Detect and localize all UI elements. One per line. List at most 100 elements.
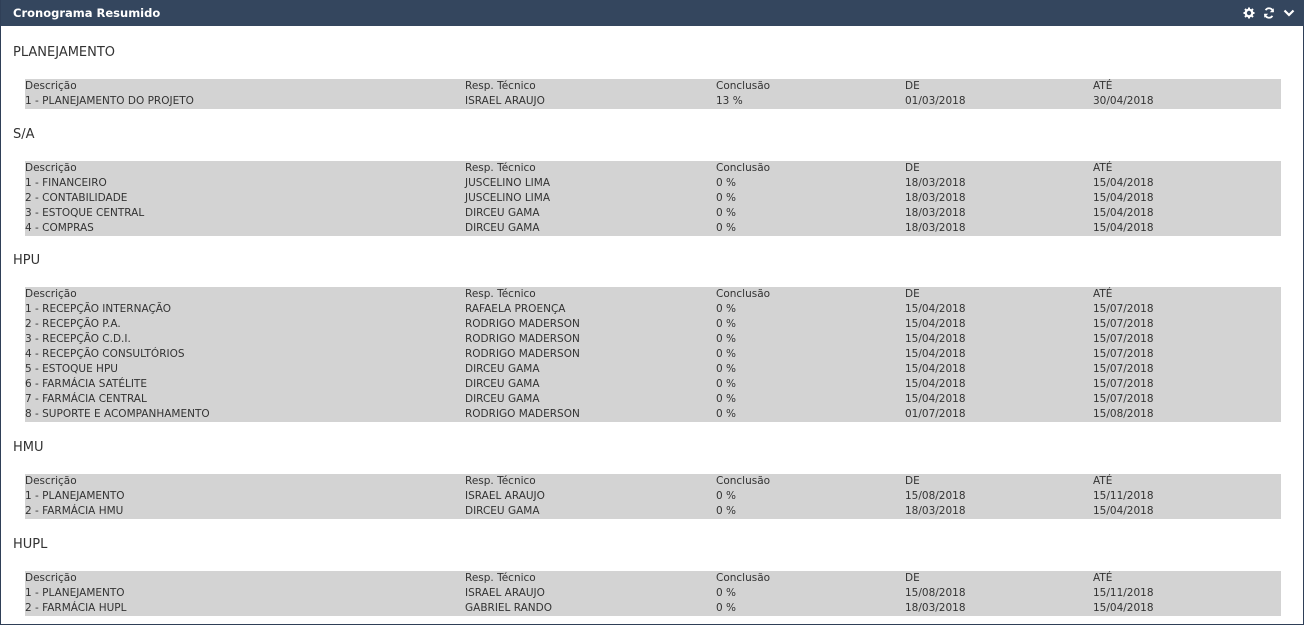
- cell-ate: 15/07/2018: [1093, 318, 1154, 330]
- cell-desc: 8 - SUPORTE E ACOMPANHAMENTO: [25, 408, 210, 420]
- table-row: 1 - RECEPÇÃO INTERNAÇÃO RAFAELA PROENÇA 0 …: [25, 302, 1281, 317]
- table-row: 8 - SUPORTE E ACOMPANHAMENTO RODRIGO MADE…: [25, 407, 1281, 422]
- column-header-conc: Conclusão: [716, 475, 771, 487]
- column-header-resp: Resp. Técnico: [465, 162, 536, 174]
- cell-de: 15/04/2018: [905, 393, 966, 405]
- schedule-table: Descrição Resp. Técnico Conclusão DE ATÉ 1 - …: [25, 287, 1281, 422]
- cell-de: 15/04/2018: [905, 333, 966, 345]
- cell-resp: JUSCELINO LIMA: [465, 177, 551, 189]
- column-header-conc: Conclusão: [716, 162, 771, 174]
- cell-conc: 0 %: [716, 602, 736, 614]
- table-row: 2 - CONTABILIDADE JUSCELINO LIMA 0 % 18/03/…: [25, 191, 1281, 206]
- table-row: 1 - FINANCEIRO JUSCELINO LIMA 0 % 18/03/201…: [25, 176, 1281, 191]
- cell-conc: 0 %: [716, 333, 736, 345]
- cell-desc: 2 - FARMÁCIA HUPL: [25, 602, 127, 614]
- refresh-icon[interactable]: [1263, 7, 1275, 19]
- column-header-conc: Conclusão: [716, 288, 771, 300]
- table-row: 5 - ESTOQUE HPU DIRCEU GAMA 0 % 15/04/2018 1…: [25, 362, 1281, 377]
- cell-conc: 0 %: [716, 490, 736, 502]
- cell-desc: 3 - RECEPÇÃO C.D.I.: [25, 333, 131, 345]
- cell-resp: GABRIEL RANDO: [465, 602, 552, 614]
- panel-header: Cronograma Resumido: [1, 0, 1304, 26]
- cell-de: 15/08/2018: [905, 587, 966, 599]
- column-header-conc: Conclusão: [716, 572, 771, 584]
- section-title: S/A: [13, 127, 35, 142]
- cell-conc: 0 %: [716, 505, 736, 517]
- schedule-table: Descrição Resp. Técnico Conclusão DE ATÉ 1 - …: [25, 161, 1281, 236]
- cell-de: 18/03/2018: [905, 602, 966, 614]
- table-row: 1 - PLANEJAMENTO DO PROJETO ISRAEL ARAUJO…: [25, 94, 1281, 109]
- cell-desc: 2 - CONTABILIDADE: [25, 192, 128, 204]
- schedule-table: Descrição Resp. Técnico Conclusão DE ATÉ 1 - …: [25, 571, 1281, 616]
- column-header-ate: ATÉ: [1093, 80, 1113, 92]
- table-row: 4 - RECEPÇÃO CONSULTÓRIOS RODRIGO MADERSO…: [25, 347, 1281, 362]
- cell-desc: 4 - RECEPÇÃO CONSULTÓRIOS: [25, 348, 185, 360]
- cell-conc: 13 %: [716, 95, 743, 107]
- cell-ate: 15/04/2018: [1093, 505, 1154, 517]
- cell-desc: 3 - ESTOQUE CENTRAL: [25, 207, 145, 219]
- cell-conc: 0 %: [716, 363, 736, 375]
- chevron-down-icon[interactable]: [1283, 7, 1295, 19]
- cell-de: 15/04/2018: [905, 318, 966, 330]
- cell-desc: 1 - PLANEJAMENTO: [25, 490, 125, 502]
- cell-ate: 15/04/2018: [1093, 207, 1154, 219]
- cell-resp: DIRCEU GAMA: [465, 378, 540, 390]
- table-header-row: Descrição Resp. Técnico Conclusão DE ATÉ: [25, 161, 1281, 176]
- table-header-row: Descrição Resp. Técnico Conclusão DE ATÉ: [25, 571, 1281, 586]
- cell-ate: 30/04/2018: [1093, 95, 1154, 107]
- section-title: PLANEJAMENTO: [13, 45, 116, 60]
- table-row: 2 - FARMÁCIA HUPL GABRIEL RANDO 0 % 18/03/2…: [25, 601, 1281, 616]
- cell-resp: DIRCEU GAMA: [465, 363, 540, 375]
- cell-de: 15/04/2018: [905, 303, 966, 315]
- cell-desc: 1 - FINANCEIRO: [25, 177, 107, 189]
- cell-ate: 15/04/2018: [1093, 602, 1154, 614]
- cell-desc: 5 - ESTOQUE HPU: [25, 363, 118, 375]
- table-row: 7 - FARMÁCIA CENTRAL DIRCEU GAMA 0 % 15/04/…: [25, 392, 1281, 407]
- cell-conc: 0 %: [716, 318, 736, 330]
- cell-resp: RODRIGO MADERSON: [465, 318, 580, 330]
- table-header-row: Descrição Resp. Técnico Conclusão DE ATÉ: [25, 287, 1281, 302]
- cell-resp: RODRIGO MADERSON: [465, 348, 580, 360]
- column-header-resp: Resp. Técnico: [465, 80, 536, 92]
- table-row: 2 - RECEPÇÃO P.A. RODRIGO MADERSON 0 % 15/0…: [25, 317, 1281, 332]
- section-title: HMU: [13, 440, 44, 455]
- column-header-conc: Conclusão: [716, 80, 771, 92]
- gear-icon[interactable]: [1243, 7, 1255, 19]
- cell-resp: ISRAEL ARAUJO: [465, 95, 545, 107]
- cell-de: 01/07/2018: [905, 408, 966, 420]
- cell-desc: 2 - FARMÁCIA HMU: [25, 505, 124, 517]
- cell-conc: 0 %: [716, 393, 736, 405]
- column-header-resp: Resp. Técnico: [465, 288, 536, 300]
- cell-resp: JUSCELINO LIMA: [465, 192, 551, 204]
- column-header-desc: Descrição: [25, 162, 77, 174]
- table-row: 2 - FARMÁCIA HMU DIRCEU GAMA 0 % 18/03/2018…: [25, 504, 1281, 519]
- table-row: 4 - COMPRAS DIRCEU GAMA 0 % 18/03/2018 15/04…: [25, 221, 1281, 236]
- cell-ate: 15/11/2018: [1093, 490, 1154, 502]
- table-header-row: Descrição Resp. Técnico Conclusão DE ATÉ: [25, 79, 1281, 94]
- schedule-table: Descrição Resp. Técnico Conclusão DE ATÉ 1 - …: [25, 474, 1281, 519]
- cell-ate: 15/07/2018: [1093, 378, 1154, 390]
- column-header-de: DE: [905, 162, 920, 174]
- cell-conc: 0 %: [716, 192, 736, 204]
- panel-title: Cronograma Resumido: [13, 6, 161, 20]
- cell-conc: 0 %: [716, 408, 736, 420]
- cell-desc: 1 - PLANEJAMENTO: [25, 587, 125, 599]
- cell-conc: 0 %: [716, 303, 736, 315]
- cell-desc: 2 - RECEPÇÃO P.A.: [25, 318, 121, 330]
- cell-resp: ISRAEL ARAUJO: [465, 587, 545, 599]
- column-header-resp: Resp. Técnico: [465, 475, 536, 487]
- cell-ate: 15/11/2018: [1093, 587, 1154, 599]
- cell-ate: 15/07/2018: [1093, 363, 1154, 375]
- cell-resp: RODRIGO MADERSON: [465, 408, 580, 420]
- column-header-ate: ATÉ: [1093, 162, 1113, 174]
- table-row: 3 - ESTOQUE CENTRAL DIRCEU GAMA 0 % 18/03/2…: [25, 206, 1281, 221]
- cell-de: 15/04/2018: [905, 363, 966, 375]
- cell-ate: 15/07/2018: [1093, 348, 1154, 360]
- column-header-ate: ATÉ: [1093, 288, 1113, 300]
- table-row: 1 - PLANEJAMENTO ISRAEL ARAUJO 0 % 15/08/20…: [25, 489, 1281, 504]
- cell-de: 18/03/2018: [905, 192, 966, 204]
- column-header-ate: ATÉ: [1093, 475, 1113, 487]
- cell-resp: DIRCEU GAMA: [465, 207, 540, 219]
- cell-resp: DIRCEU GAMA: [465, 505, 540, 517]
- cell-conc: 0 %: [716, 348, 736, 360]
